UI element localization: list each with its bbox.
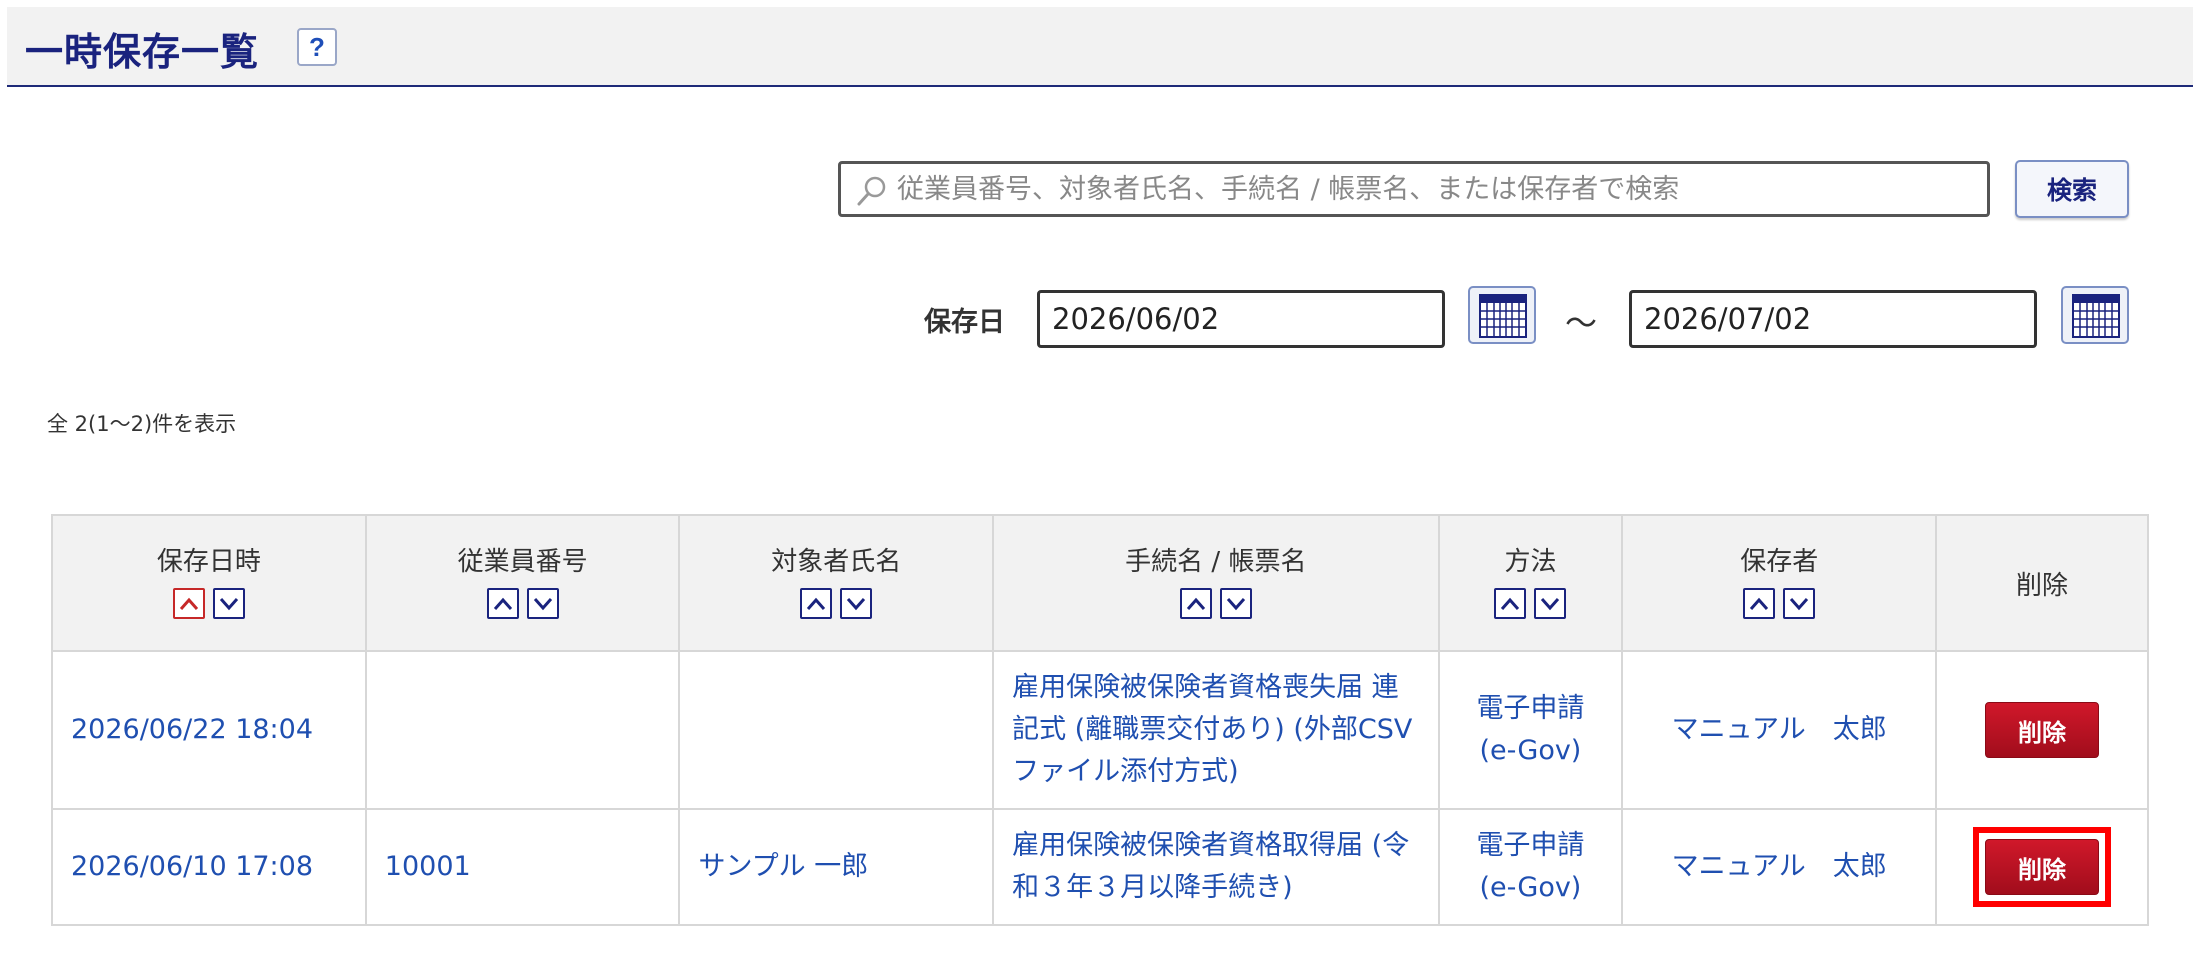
sort-saved-at-desc-button[interactable]: [212, 587, 245, 619]
sort-target-name-asc-button[interactable]: [800, 587, 833, 619]
column-header-employee-no: 従業員番号: [364, 514, 681, 652]
sort-target-name-desc-button[interactable]: [840, 587, 873, 619]
chevron-down-icon: [533, 597, 552, 610]
column-header-saved-at: 保存日時: [51, 514, 367, 652]
delete-button[interactable]: 削除: [1985, 702, 2099, 758]
chevron-up-icon: [493, 597, 512, 610]
cell-target-name: [678, 650, 995, 810]
chevron-down-icon: [847, 597, 866, 610]
cell-saved-by[interactable]: マニュアル 太郎: [1621, 650, 1938, 810]
cell-procedure[interactable]: 雇用保険被保険者資格喪失届 連記式 (離職票交付あり) (外部CSVファイル添付…: [992, 650, 1440, 810]
chevron-down-icon: [1541, 597, 1560, 610]
cell-method[interactable]: 電子申請 (e-Gov): [1437, 650, 1624, 810]
sort-method-desc-button[interactable]: [1534, 587, 1567, 619]
delete-button-highlight: 削除: [1973, 827, 2111, 907]
chevron-up-icon: [807, 597, 826, 610]
column-header-procedure: 手続名 / 帳票名: [992, 514, 1440, 652]
cell-procedure[interactable]: 雇用保険被保険者資格取得届 (令和３年３月以降手続き): [992, 808, 1440, 926]
column-header-saved-by: 保存者: [1621, 514, 1938, 652]
chevron-up-icon: [1750, 597, 1769, 610]
sort-saved-by-asc-button[interactable]: [1743, 587, 1776, 619]
table-header-row: 保存日時 従業員番号 対象者氏名 手続名 / 帳票名 方法 保存者 削除: [51, 514, 2149, 652]
search-button[interactable]: 検索: [2015, 160, 2129, 218]
date-range-separator: ～: [1565, 304, 1598, 342]
page-title: 一時保存一覧: [25, 30, 260, 74]
sort-procedure-asc-button[interactable]: [1179, 587, 1212, 619]
date-to-calendar-button[interactable]: [2061, 286, 2129, 344]
chevron-up-icon: [1186, 597, 1205, 610]
table-row: 2026/06/22 18:04 雇用保険被保険者資格喪失届 連記式 (離職票交…: [51, 650, 2149, 810]
sort-saved-at-asc-button[interactable]: [172, 587, 205, 619]
search-box: [838, 161, 1990, 217]
cell-saved-at[interactable]: 2026/06/22 18:04: [51, 650, 367, 810]
cell-saved-by[interactable]: マニュアル 太郎: [1621, 808, 1938, 926]
saved-date-label: 保存日: [924, 307, 1005, 338]
sort-employee-no-desc-button[interactable]: [526, 587, 559, 619]
cell-delete: 削除: [1935, 650, 2149, 810]
search-input[interactable]: [897, 164, 1977, 214]
sort-procedure-desc-button[interactable]: [1219, 587, 1252, 619]
column-header-target-name: 対象者氏名: [678, 514, 995, 652]
table-row: 2026/06/10 17:08 10001 サンプル 一郎 雇用保険被保険者資…: [51, 808, 2149, 926]
calendar-icon: [2072, 294, 2120, 338]
column-header-delete: 削除: [1935, 514, 2149, 652]
date-to-input[interactable]: [1629, 290, 2037, 348]
chevron-up-icon: [1501, 597, 1520, 610]
page-header: 一時保存一覧 ?: [7, 7, 2193, 87]
search-icon: [855, 174, 889, 208]
help-button[interactable]: ?: [297, 28, 337, 66]
cell-method[interactable]: 電子申請 (e-Gov): [1437, 808, 1624, 926]
chevron-down-icon: [219, 597, 239, 610]
column-header-method: 方法: [1437, 514, 1624, 652]
cell-employee-no[interactable]: 10001: [364, 808, 681, 926]
cell-saved-at[interactable]: 2026/06/10 17:08: [51, 808, 367, 926]
delete-button[interactable]: 削除: [1985, 839, 2099, 895]
calendar-icon: [1479, 294, 1527, 338]
sort-method-asc-button[interactable]: [1494, 587, 1527, 619]
result-count: 全 2(1～2)件を表示: [47, 412, 237, 436]
chevron-up-icon: [179, 597, 199, 610]
date-from-input[interactable]: [1037, 290, 1445, 348]
cell-target-name[interactable]: サンプル 一郎: [678, 808, 995, 926]
date-from-calendar-button[interactable]: [1468, 286, 1536, 344]
cell-employee-no: [364, 650, 681, 810]
saved-items-table: 保存日時 従業員番号 対象者氏名 手続名 / 帳票名 方法 保存者 削除 202…: [51, 514, 2149, 926]
sort-saved-by-desc-button[interactable]: [1783, 587, 1816, 619]
cell-delete: 削除: [1935, 808, 2149, 926]
chevron-down-icon: [1790, 597, 1809, 610]
chevron-down-icon: [1226, 597, 1245, 610]
sort-employee-no-asc-button[interactable]: [486, 587, 519, 619]
